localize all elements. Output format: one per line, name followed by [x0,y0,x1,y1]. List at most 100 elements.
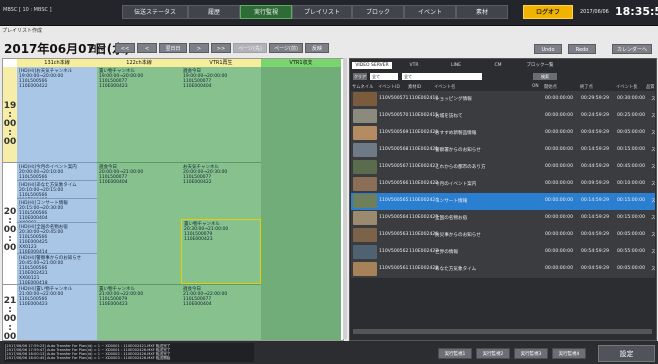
date-next-button[interactable]: > [189,43,209,53]
date-nextday-button[interactable]: 翌日日 [159,43,187,53]
date-first-button[interactable]: << [115,43,135,53]
cell-end: 00:29:59:29 [581,96,610,101]
cell-end: 00:04:59:29 [581,266,610,271]
page-subtitle: プレイリスト作成 [2,28,43,34]
program-cell-selected[interactable]: 置い物チャンネル 20:30:00→21:00:00 110L500079 11… [181,219,261,284]
program-cell[interactable]: [HD(H)]あなた方気象タイム 20:10:00→20:15:00 110L5… [17,180,97,198]
table-row[interactable]: 110V500571 110E002418 ショッピング情報 00:00:00:00 0… [351,91,656,109]
cell-dur: 00:15:00:00 [617,198,646,203]
thumbnail-image [353,126,377,140]
exec-monitor-1-button[interactable]: 実行監視1 [438,348,472,359]
settings-button[interactable]: 設定 [598,345,655,362]
log-line: [2017/06/06 18:00:45] Auto Transfer For … [5,356,171,361]
nav-transfer-status[interactable]: 伝送ステータス [122,5,188,19]
table-row[interactable]: 110V500567 110E002423 これからの都市のあり方 00:00:00:… [351,159,656,177]
table-header: ON [532,84,539,89]
cell-event-id: 110V500568 [379,147,409,152]
filter-select-1[interactable]: 全て [370,73,398,80]
nav-history[interactable]: 履歴 [188,5,240,19]
cell-event-id: 110V500569 [379,130,409,135]
date-display: 2017/06/06 [580,9,609,15]
date-label: 日付 [88,45,107,55]
program-cell[interactable]: 週会今日 19:00:00→20:00:00 110L500077 110E00… [181,67,261,162]
hour-label: 21 : 00 : 00 [3,296,17,341]
grid-scrollbar[interactable] [343,58,347,339]
table-header: イベントID [378,85,400,90]
top-navigation-bar: MBSC [ 10 : MBSC ] 伝送ステータス 履歴 実行監視 プレイリス… [0,0,658,26]
cell-start: 00:00:00:00 [545,198,574,203]
table-row[interactable]: 110V500562 110E002427 世界の情報 00:00:00:00 00:5… [351,244,656,262]
table-row[interactable]: 110V500564 110E002425 全国の名物お宿 00:00:00:00 00… [351,210,656,228]
page-first-button[interactable]: ページ(先) [233,43,267,53]
date-last-button[interactable]: >> [211,43,231,53]
logoff-button[interactable]: ログオフ [523,5,573,19]
program-cell[interactable]: [HD(H)]警察事からのお知らせ 20:45:00→21:00:00 110L… [17,253,97,284]
cell-mat-id: 110E002425 [409,215,439,220]
program-cell[interactable]: [HD(H)]全国の名物お宿 20:30:00→20:45:00 110L500… [17,222,97,253]
cell-q: ス [651,267,656,272]
nav-block[interactable]: ブロック [352,5,404,19]
program-cell[interactable]: [HD(H)]今月のイベント案内 20:00:00→20:10:00 110L5… [17,162,97,180]
table-header: イベント長 [616,85,638,90]
redo-button[interactable]: Redo [568,44,596,54]
column-header: VTR1再生 [181,59,261,67]
search-button[interactable]: 検索 [533,73,557,80]
material-table: 110V500571 110E002418 ショッピング情報 00:00:00:00 0… [350,91,656,291]
thumbnail-image [353,194,377,208]
clear-button[interactable]: クリア [353,73,367,80]
table-row[interactable]: 110V500565 110E002424 コンサート情報 00:00:00:00 00… [351,193,656,211]
program-cell[interactable]: 週会今日 21:00:00→22:00:00 110L500077 110E00… [181,284,261,340]
nav-material[interactable]: 素材 [456,5,508,19]
date-prev-button[interactable]: < [137,43,157,53]
cell-mat-id: 110E002426 [409,232,439,237]
exec-monitor-4-button[interactable]: 実行監視4 [552,348,586,359]
tab-line[interactable]: LINE [436,62,476,69]
filter-select-2[interactable]: 全て [402,73,482,80]
table-row[interactable]: 110V500568 110E002421 警察署からのお知らせ 00:00:00:0… [351,142,656,160]
nav-execution-monitor[interactable]: 実行監視 [240,5,292,19]
cell-end: 00:04:59:29 [581,232,610,237]
cell-event-id: 110V500570 [379,113,409,118]
cell-q: ス [651,114,656,119]
cell-event-id: 110V500567 [379,164,409,169]
cell-q: ス [651,97,656,102]
program-cell[interactable]: [HD(H)]置い物チャンネル 21:00:00→22:00:00 110L50… [17,284,97,340]
undo-button[interactable]: Undo [534,44,562,54]
calendar-button[interactable]: カレンダーへ [612,44,652,54]
exec-monitor-3-button[interactable]: 実行監視3 [514,348,548,359]
cell-start: 00:00:00:00 [545,130,574,135]
cell-name: 防災事からのお知らせ [435,233,481,238]
table-row[interactable]: 110V500561 110E002428 あなた方気象タイム 00:00:00:00… [351,261,656,279]
nav-playlist[interactable]: プレイリスト [292,5,352,19]
cell-dur: 00:10:00:00 [617,181,646,186]
tab-vtr[interactable]: VTR [394,62,434,69]
program-cell[interactable]: 週会今日 20:00:00→21:00:00 110L500077 110E00… [97,162,181,284]
exec-monitor-2-button[interactable]: 実行監視2 [476,348,510,359]
apply-button[interactable]: 反映 [305,43,329,53]
table-row[interactable]: 110V500570 110E002415 お城を訪ねて 00:00:00:00 00:… [351,108,656,126]
thumbnail-image [353,228,377,242]
cell-start: 00:00:00:00 [545,232,574,237]
program-cell[interactable]: お天気チャンネル 20:00:00→20:30:00 110L500077 11… [181,162,261,219]
page-prev-button[interactable]: ページ(前) [269,43,303,53]
program-cell[interactable]: [HD(H)]コンサート情報 20:15:00→20:30:00 110L500… [17,198,97,222]
cell-mat-id: 110E002424 [409,198,439,203]
cell-name: 全国の名物お宿 [435,216,468,221]
tab-video-server[interactable]: VIDEO SERVER [352,62,392,69]
table-header: 開始点 [544,85,557,90]
column-header: 131ch本線 [17,59,97,67]
table-row[interactable]: 110V500566 110E002422 今月のイベント案内 00:00:00:00… [351,176,656,194]
program-cell[interactable]: 置い物チャンネル 19:00:00→20:00:00 110L500077 11… [97,67,181,162]
table-row[interactable]: 110V500563 110E002426 防災事からのお知らせ 00:00:00:0… [351,227,656,245]
cell-end: 00:14:59:29 [581,147,610,152]
material-panel: VIDEO SERVER VTR LINE CM ブロック一覧 クリア 全て 全… [349,58,657,341]
program-cell[interactable]: 置い物チャンネル 21:00:00→22:00:00 110L500079 11… [97,284,181,340]
tab-cm[interactable]: CM [478,62,518,69]
table-row[interactable]: 110V500569 110E002420 おすすめ新製品情報 00:00:00:00… [351,125,656,143]
tab-block-list[interactable]: ブロック一覧 [520,62,560,69]
cell-name: 警察署からのお知らせ [435,148,481,153]
program-cell[interactable]: [HD(H)]お天気チャンネル 19:00:00→20:00:00 110L50… [17,67,97,162]
table-hscrollbar[interactable] [353,329,652,334]
cell-dur: 00:05:00:00 [617,266,646,271]
nav-event[interactable]: イベント [404,5,456,19]
